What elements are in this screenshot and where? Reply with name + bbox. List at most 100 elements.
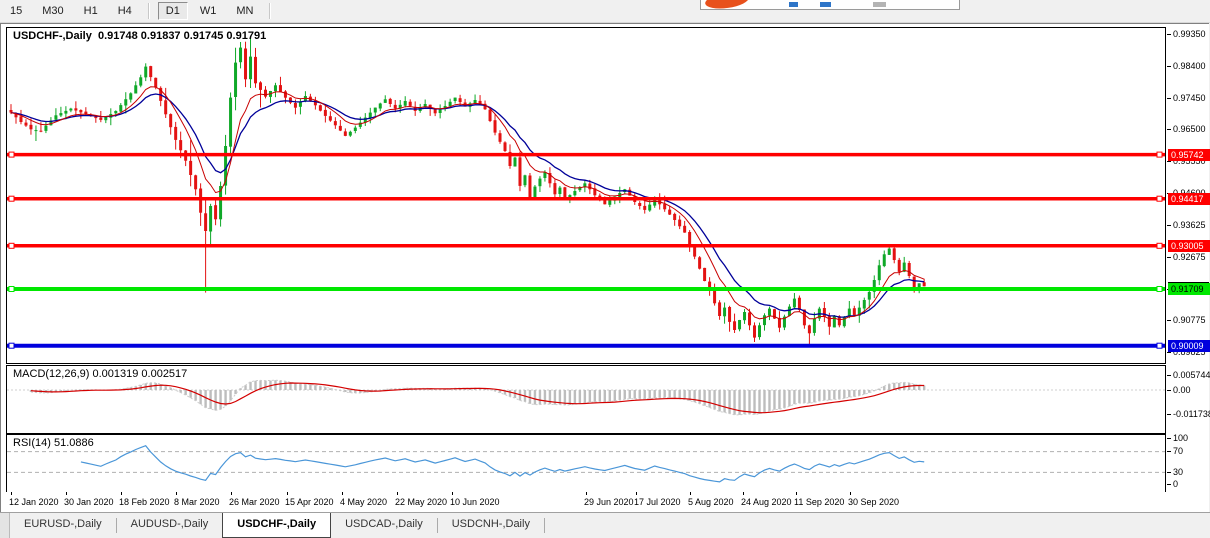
hline-handle[interactable] — [1157, 343, 1162, 348]
price-level-badge: 0.91709 — [1168, 283, 1210, 295]
axis-tick — [1167, 352, 1171, 353]
price-level-badge: 0.90009 — [1168, 340, 1210, 352]
price-axis[interactable]: 0.993500.984000.974500.965000.955500.946… — [1167, 27, 1209, 491]
rsi-line — [81, 446, 924, 482]
axis-tick — [1167, 34, 1171, 35]
date-axis[interactable]: 12 Jan 202030 Jan 202018 Feb 20208 Mar 2… — [1, 492, 1209, 513]
tab-usdcnh[interactable]: USDCNH-,Daily — [438, 513, 544, 538]
symbol-tab-bar: EURUSD-,DailyAUDUSD-,DailyUSDCHF-,DailyU… — [0, 512, 1210, 538]
price-tick-label: 0.97450 — [1173, 93, 1210, 103]
tab-eurusd[interactable]: EURUSD-,Daily — [10, 513, 116, 538]
chart-symbol-label: USDCHF-,Daily — [13, 30, 92, 42]
hline-handle[interactable] — [1157, 243, 1162, 248]
axis-tick — [1167, 129, 1171, 130]
hline-handle[interactable] — [9, 343, 14, 348]
price-tick-label: 0.98400 — [1173, 61, 1210, 71]
rsi-label: RSI(14) 51.0886 — [13, 437, 94, 449]
tab-separator — [544, 518, 545, 533]
date-tick — [690, 492, 691, 495]
price-level-badge: 0.95742 — [1168, 149, 1210, 161]
date-label: 12 Jan 2020 — [9, 497, 59, 507]
axis-tick — [1167, 66, 1171, 67]
timeframe-toolbar: 15M30 H1H4 D1W1MN — [0, 0, 1210, 23]
timeframe-button-h4[interactable]: H4 — [110, 2, 140, 20]
hline-handle[interactable] — [1157, 287, 1162, 292]
rsi-tick-label: 0 — [1173, 479, 1210, 489]
rsi-tick-label: 100 — [1173, 433, 1210, 443]
price-level-badge: 0.94417 — [1168, 193, 1210, 205]
price-tick-label: 0.93625 — [1173, 220, 1210, 230]
date-label: 5 Aug 2020 — [688, 497, 734, 507]
window-glyph — [873, 2, 886, 7]
macd-tick-label: -0.011738 — [1173, 409, 1210, 419]
ma-fast-line — [11, 87, 924, 320]
chart-window: USDCHF-,Daily 0.91748 0.91837 0.91745 0.… — [0, 23, 1209, 514]
macd-panel[interactable]: MACD(12,26,9) 0.001319 0.002517 — [6, 365, 1166, 434]
ma-slow-line — [11, 94, 924, 317]
date-tick — [850, 492, 851, 495]
price-chart-panel[interactable]: USDCHF-,Daily 0.91748 0.91837 0.91745 0.… — [6, 27, 1166, 364]
date-label: 8 Mar 2020 — [174, 497, 220, 507]
rsi-tick-label: 30 — [1173, 467, 1210, 477]
toolbar-separator — [148, 3, 150, 19]
hline-handle[interactable] — [9, 152, 14, 157]
chart-ohlc-values: 0.91748 0.91837 0.91745 0.91791 — [98, 30, 266, 42]
date-label: 10 Jun 2020 — [450, 497, 500, 507]
tab-scroll-stub[interactable] — [0, 513, 10, 538]
macd-label: MACD(12,26,9) 0.001319 0.002517 — [13, 368, 187, 380]
axis-tick — [1167, 225, 1171, 226]
hline-handle[interactable] — [1157, 196, 1162, 201]
price-level-badge: 0.93005 — [1168, 240, 1210, 252]
date-label: 30 Jan 2020 — [64, 497, 114, 507]
macd-tick-label: 0.00 — [1173, 385, 1210, 395]
price-tick-label: 0.99350 — [1173, 29, 1210, 39]
timeframe-button-15[interactable]: 15 — [2, 2, 30, 20]
tab-usdcad[interactable]: USDCAD-,Daily — [331, 513, 437, 538]
hline-handle[interactable] — [9, 243, 14, 248]
hline-handle[interactable] — [1157, 152, 1162, 157]
timeframe-button-h1[interactable]: H1 — [76, 2, 106, 20]
tab-usdchf[interactable]: USDCHF-,Daily — [222, 513, 331, 538]
date-tick — [397, 492, 398, 495]
axis-tick — [1167, 161, 1171, 162]
date-tick — [796, 492, 797, 495]
candles — [10, 36, 926, 344]
chart-title: USDCHF-,Daily 0.91748 0.91837 0.91745 0.… — [13, 30, 266, 42]
date-label: 11 Sep 2020 — [794, 497, 844, 507]
axis-tick — [1167, 98, 1171, 99]
hline-handle[interactable] — [9, 287, 14, 292]
price-tick-label: 0.96500 — [1173, 124, 1210, 134]
timeframe-button-d1[interactable]: D1 — [158, 2, 188, 20]
timeframe-button-m30[interactable]: M30 — [34, 2, 71, 20]
hline-handle[interactable] — [9, 196, 14, 201]
date-tick — [586, 492, 587, 495]
date-label: 15 Apr 2020 — [285, 497, 334, 507]
date-tick — [121, 492, 122, 495]
date-label: 30 Sep 2020 — [848, 497, 899, 507]
date-tick — [287, 492, 288, 495]
date-label: 29 Jun 2020 — [584, 497, 634, 507]
rsi-canvas[interactable] — [7, 435, 1165, 490]
timeframe-button-w1[interactable]: W1 — [192, 2, 225, 20]
price-tick-label: 0.92675 — [1173, 252, 1210, 262]
date-label: 17 Jul 2020 — [634, 497, 681, 507]
window-glyph — [820, 2, 831, 7]
date-tick — [176, 492, 177, 495]
date-label: 24 Aug 2020 — [741, 497, 792, 507]
trading-terminal: { "toolbar": { "items": [ {"label": "15"… — [0, 0, 1210, 537]
rsi-panel[interactable]: RSI(14) 51.0886 — [6, 434, 1166, 493]
toolbar-separator — [269, 3, 271, 19]
macd-tick-label: 0.005744 — [1173, 370, 1210, 380]
date-tick — [11, 492, 12, 495]
timeframe-button-mn[interactable]: MN — [228, 2, 261, 20]
date-tick — [743, 492, 744, 495]
tab-audusd[interactable]: AUDUSD-,Daily — [117, 513, 223, 538]
floating-window-fragment[interactable] — [700, 0, 960, 10]
date-label: 26 Mar 2020 — [229, 497, 280, 507]
price-chart-canvas[interactable] — [7, 28, 1165, 361]
date-tick — [231, 492, 232, 495]
date-tick — [342, 492, 343, 495]
axis-tick — [1167, 257, 1171, 258]
window-glyph — [789, 2, 798, 7]
brand-logo-icon — [704, 0, 750, 11]
